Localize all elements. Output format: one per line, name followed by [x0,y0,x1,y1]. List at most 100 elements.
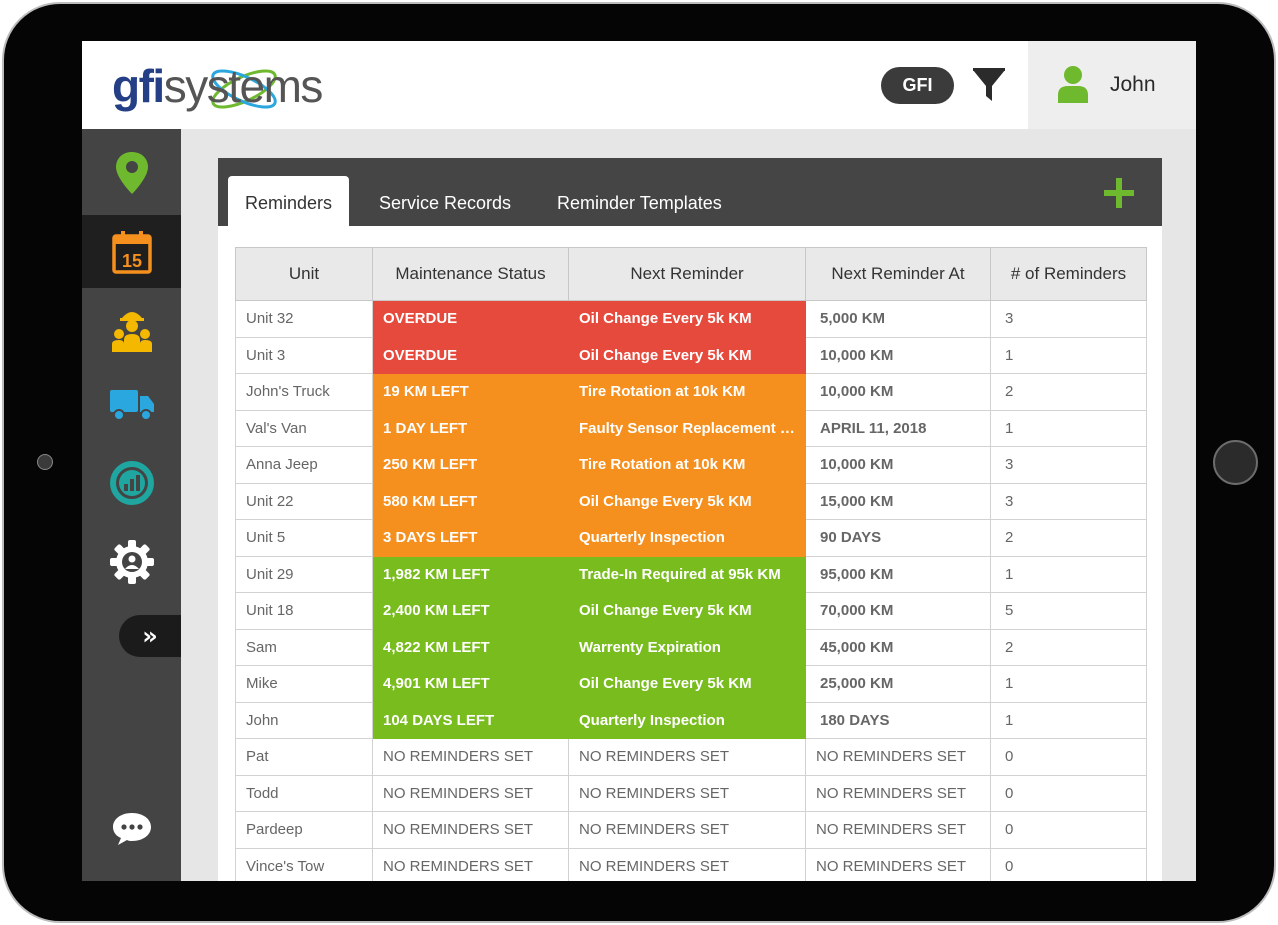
cell-next-reminder: Tire Rotation at 10k KM [568,373,806,411]
column-header-next-reminder[interactable]: Next Reminder [568,247,806,301]
table-row[interactable]: Unit 22 580 KM LEFT Oil Change Every 5k KM… [235,482,1147,520]
table-row[interactable]: Unit 53 DAYS LEFT Quarterly Inspection 90 … [235,519,1147,557]
cell-reminder-count: 0 [990,847,1147,881]
tab-service-records[interactable]: Service Records [362,176,528,226]
table-row[interactable]: Anna Jeep 250 KM LEFT Tire Rotation at 10k… [235,446,1147,484]
cell-reminder-count: 1 [990,409,1147,447]
column-header-reminder-count[interactable]: # of Reminders [990,247,1147,301]
table-row[interactable]: Sam 4,822 KM LEFT Warrenty Expiration 45,00… [235,628,1147,666]
tab-reminders[interactable]: Reminders [228,176,350,226]
chat-icon [112,813,151,845]
cell-next-reminder-at: 70,000 KM [805,592,991,630]
cell-unit: Vince's Tow [235,847,373,881]
cell-unit: Unit 18 [235,592,373,630]
cell-maintenance-status: 1,982 KM LEFT [372,555,569,593]
cell-next-reminder: Quarterly Inspection [568,701,806,739]
cell-maintenance-status: 580 KM LEFT [372,482,569,520]
cell-next-reminder-at: 10,000 KM [805,446,991,484]
cell-maintenance-status: 3 DAYS LEFT [372,519,569,557]
settings-icon [109,539,154,584]
table-row[interactable]: Unit 3 OVERDUE Oil Change Every 5k KM 10,00… [235,336,1147,374]
sidebar-item-chat[interactable] [82,799,181,859]
column-header-maintenance-status[interactable]: Maintenance Status [372,247,569,301]
cell-next-reminder-at: NO REMINDERS SET [805,774,991,812]
cell-next-reminder-at: 45,000 KM [805,628,991,666]
tablet-home-button[interactable] [1213,440,1258,485]
cell-next-reminder-at: NO REMINDERS SET [805,811,991,849]
calendar-icon: 15 [111,230,152,274]
cell-reminder-count: 1 [990,336,1147,374]
tab-bar: Reminders Service Records Reminder Templ… [218,158,1162,226]
cell-next-reminder-at: 180 DAYS [805,701,991,739]
cell-maintenance-status: 19 KM LEFT [372,373,569,411]
cell-next-reminder-at: 95,000 KM [805,555,991,593]
cell-next-reminder: Trade-In Required at 95k KM [568,555,806,593]
sidebar-item-map[interactable] [82,136,181,209]
add-reminder-icon[interactable] [1102,176,1136,210]
cell-unit: Sam [235,628,373,666]
workers-icon [111,311,152,352]
cell-next-reminder-at: 10,000 KM [805,336,991,374]
sidebar-item-settings[interactable] [82,525,181,598]
table-row[interactable]: Val's Van 1 DAY LEFT Faulty Sensor Replace… [235,409,1147,447]
logo-gfi-text: gfi [112,60,165,112]
cell-reminder-count: 0 [990,774,1147,812]
table-row[interactable]: Unit 18 2,400 KM LEFT Oil Change Every 5k … [235,592,1147,630]
cell-next-reminder-at: 5,000 KM [805,300,991,338]
cell-next-reminder-at: NO REMINDERS SET [805,738,991,776]
cell-reminder-count: 0 [990,811,1147,849]
cell-next-reminder: Oil Change Every 5k KM [568,336,806,374]
cell-next-reminder: Oil Change Every 5k KM [568,482,806,520]
column-header-next-reminder-at[interactable]: Next Reminder At [805,247,991,301]
map-pin-icon [115,151,148,194]
sidebar-expand-button[interactable]: » [119,615,181,657]
cell-maintenance-status: NO REMINDERS SET [372,738,569,776]
cell-reminder-count: 1 [990,701,1147,739]
cell-next-reminder-at: 25,000 KM [805,665,991,703]
logo-systems-text: systems [163,60,324,112]
cell-reminder-count: 1 [990,665,1147,703]
cell-unit: Pat [235,738,373,776]
filter-icon[interactable] [972,68,1006,104]
org-badge[interactable]: GFI [881,67,954,104]
cell-reminder-count: 2 [990,373,1147,411]
tab-reminder-templates[interactable]: Reminder Templates [540,176,739,226]
gfi-systems-logo[interactable]: gfisystems [112,47,342,123]
reminders-panel: Reminders Service Records Reminder Templ… [218,158,1162,881]
sidebar-item-workers[interactable] [82,294,181,367]
user-menu[interactable]: John [1028,41,1196,129]
cell-next-reminder-at: NO REMINDERS SET [805,847,991,881]
column-header-unit[interactable]: Unit [235,247,373,301]
cell-maintenance-status: 104 DAYS LEFT [372,701,569,739]
sidebar-item-analytics[interactable] [82,446,181,519]
cell-unit: Unit 29 [235,555,373,593]
calendar-day: 15 [121,251,141,271]
cell-next-reminder-at: 90 DAYS [805,519,991,557]
cell-maintenance-status: 2,400 KM LEFT [372,592,569,630]
cell-maintenance-status: 4,822 KM LEFT [372,628,569,666]
table-row[interactable]: Unit 29 1,982 KM LEFT Trade-In Required at… [235,555,1147,593]
cell-maintenance-status: NO REMINDERS SET [372,774,569,812]
cell-next-reminder: Quarterly Inspection [568,519,806,557]
cell-reminder-count: 2 [990,519,1147,557]
sidebar-item-calendar[interactable]: 15 [82,215,181,288]
table-row[interactable]: Unit 32 OVERDUE Oil Change Every 5k KM 5,00… [235,300,1147,338]
sidebar: 15 » [82,129,181,881]
cell-next-reminder: Warrenty Expiration [568,628,806,666]
cell-next-reminder-at: APRIL 11, 2018 [805,409,991,447]
table-row[interactable]: Vince's Tow NO REMINDERS SET NO REMINDERS … [235,847,1147,881]
cell-unit: Mike [235,665,373,703]
table-row[interactable]: Pat NO REMINDERS SET NO REMINDERS SET NO RE… [235,738,1147,776]
top-header: gfisystems GFI John [82,41,1196,129]
cell-unit: Pardeep [235,811,373,849]
cell-next-reminder: NO REMINDERS SET [568,774,806,812]
table-row[interactable]: Pardeep NO REMINDERS SET NO REMINDERS SET N… [235,811,1147,849]
table-row[interactable]: John 104 DAYS LEFT Quarterly Inspection 180… [235,701,1147,739]
cell-unit: Val's Van [235,409,373,447]
sidebar-item-vehicles[interactable] [82,368,181,441]
table-row[interactable]: Mike 4,901 KM LEFT Oil Change Every 5k KM 2… [235,665,1147,703]
table-row[interactable]: Todd NO REMINDERS SET NO REMINDERS SET NO R… [235,774,1147,812]
user-icon [1058,66,1088,103]
cell-unit: John [235,701,373,739]
table-row[interactable]: John's Truck 19 KM LEFT Tire Rotation at 1… [235,373,1147,411]
